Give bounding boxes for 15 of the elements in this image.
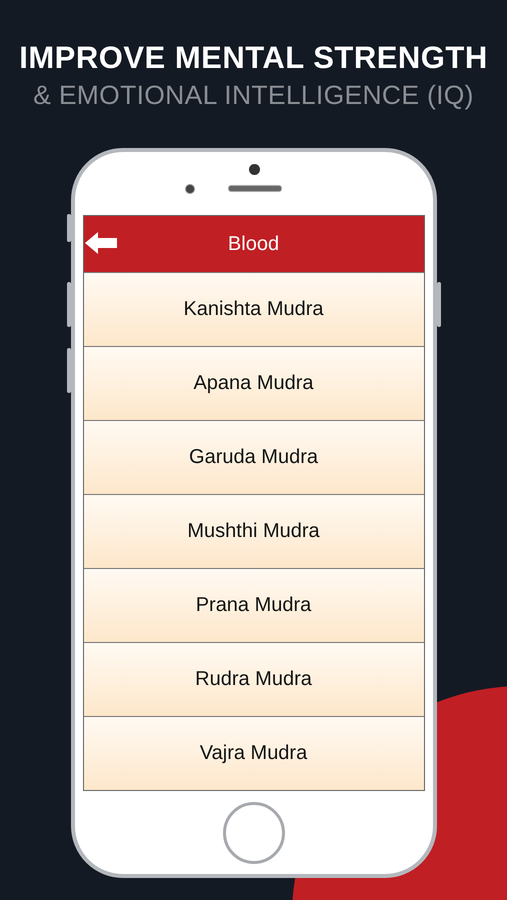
list-item[interactable]: Garuda Mudra: [84, 420, 424, 494]
list-item[interactable]: Prana Mudra: [84, 568, 424, 642]
subheadline: & EMOTIONAL INTELLIGENCE (IQ): [33, 80, 474, 111]
list-item[interactable]: Vajra Mudra: [84, 716, 424, 790]
list-item[interactable]: Rudra Mudra: [84, 642, 424, 716]
back-button[interactable]: [84, 232, 118, 256]
camera-dot: [248, 164, 260, 175]
list-item[interactable]: Kanishta Mudra: [84, 272, 424, 346]
headline: IMPROVE MENTAL STRENGTH: [19, 40, 488, 76]
list-item[interactable]: Mushthi Mudra: [84, 494, 424, 568]
sensor-dot: [184, 184, 194, 194]
speaker-slot: [228, 185, 282, 192]
list-item[interactable]: Apana Mudra: [84, 346, 424, 420]
back-arrow-icon: [84, 232, 116, 254]
screen-title: Blood: [228, 232, 280, 256]
